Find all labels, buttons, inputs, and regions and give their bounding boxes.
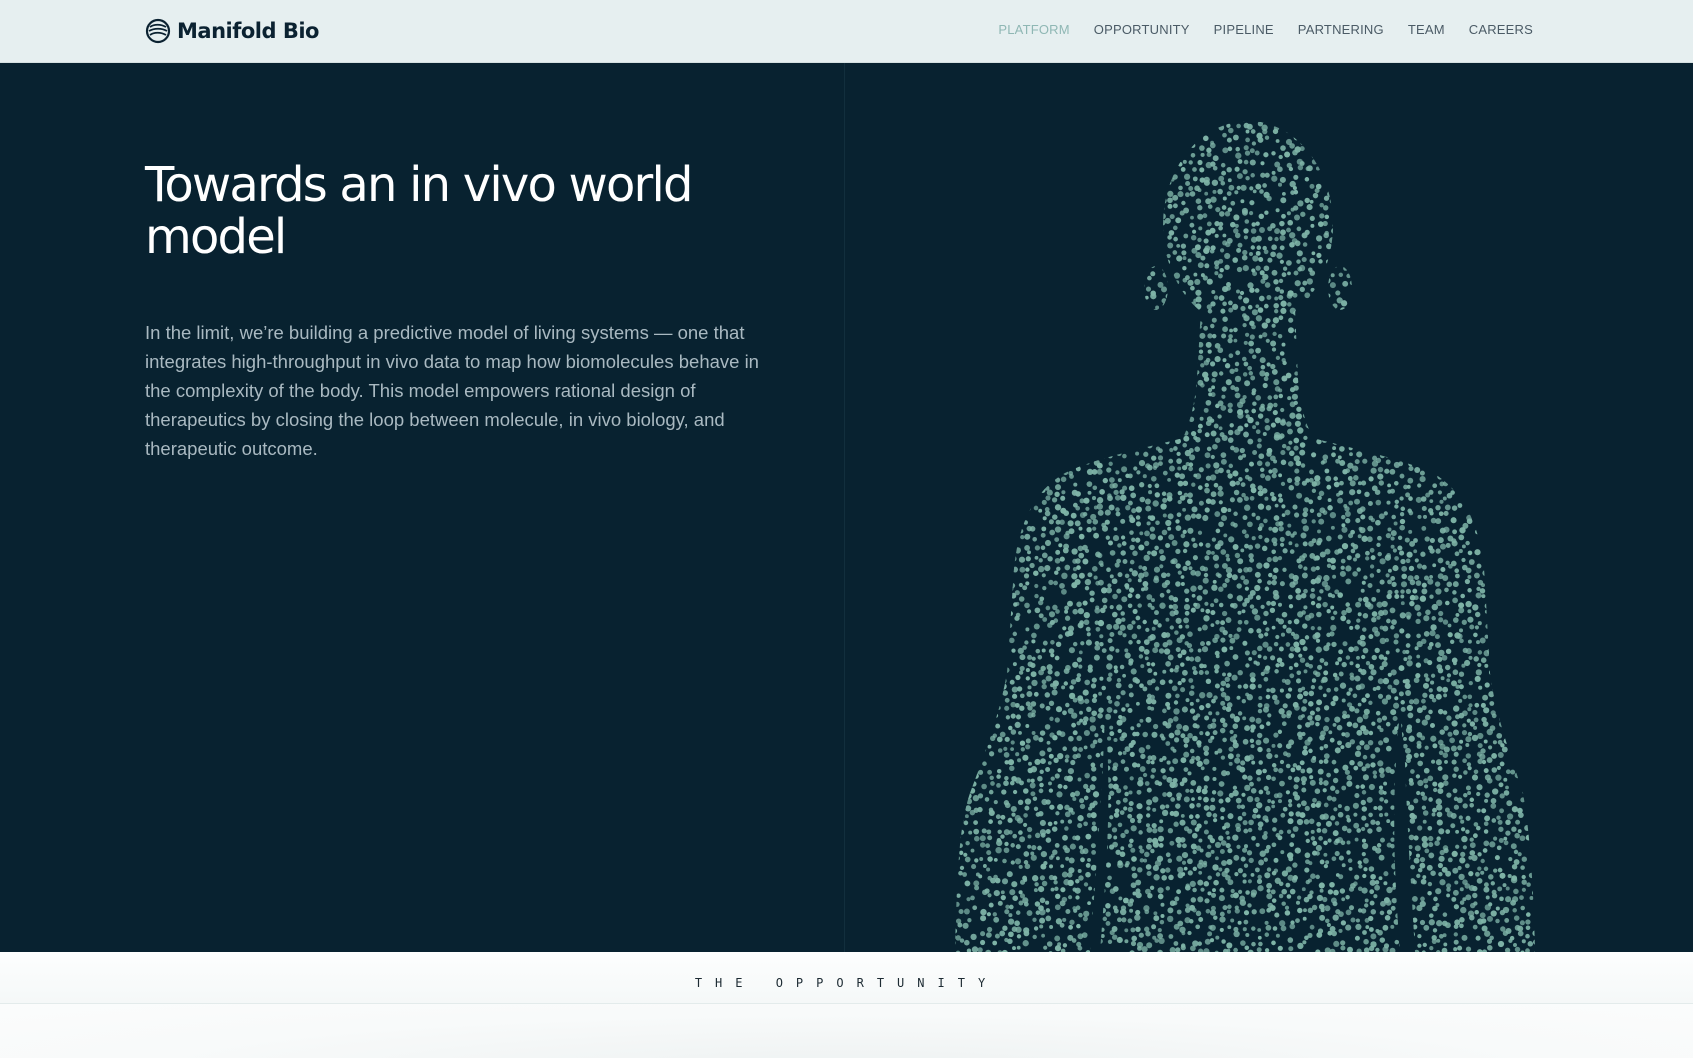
nav-platform[interactable]: PLATFORM bbox=[998, 22, 1069, 37]
brand-name: Manifold Bio bbox=[177, 19, 319, 43]
main-nav: PLATFORM OPPORTUNITY PIPELINE PARTNERING… bbox=[974, 22, 1533, 37]
nav-partnering[interactable]: PARTNERING bbox=[1298, 22, 1384, 37]
site-header: Manifold Bio PLATFORM OPPORTUNITY PIPELI… bbox=[0, 0, 1693, 63]
nav-team[interactable]: TEAM bbox=[1408, 22, 1445, 37]
hero-title: Towards an in vivo world model bbox=[145, 157, 693, 265]
brand-logo[interactable]: Manifold Bio bbox=[145, 17, 319, 45]
nav-opportunity[interactable]: OPPORTUNITY bbox=[1094, 22, 1190, 37]
hero-description: In the limit, we’re building a predictiv… bbox=[145, 322, 759, 459]
section-label: THE OPPORTUNITY bbox=[694, 976, 999, 990]
opportunity-band: THE OPPORTUNITY bbox=[0, 952, 1693, 1004]
manifold-logo-icon bbox=[145, 18, 171, 44]
nav-pipeline[interactable]: PIPELINE bbox=[1214, 22, 1274, 37]
human-silhouette-particles-icon bbox=[955, 121, 1535, 952]
hero-section: Towards an in vivo world model In the li… bbox=[0, 63, 1693, 952]
next-section-preview bbox=[0, 1004, 1693, 1058]
nav-careers[interactable]: CAREERS bbox=[1469, 22, 1533, 37]
